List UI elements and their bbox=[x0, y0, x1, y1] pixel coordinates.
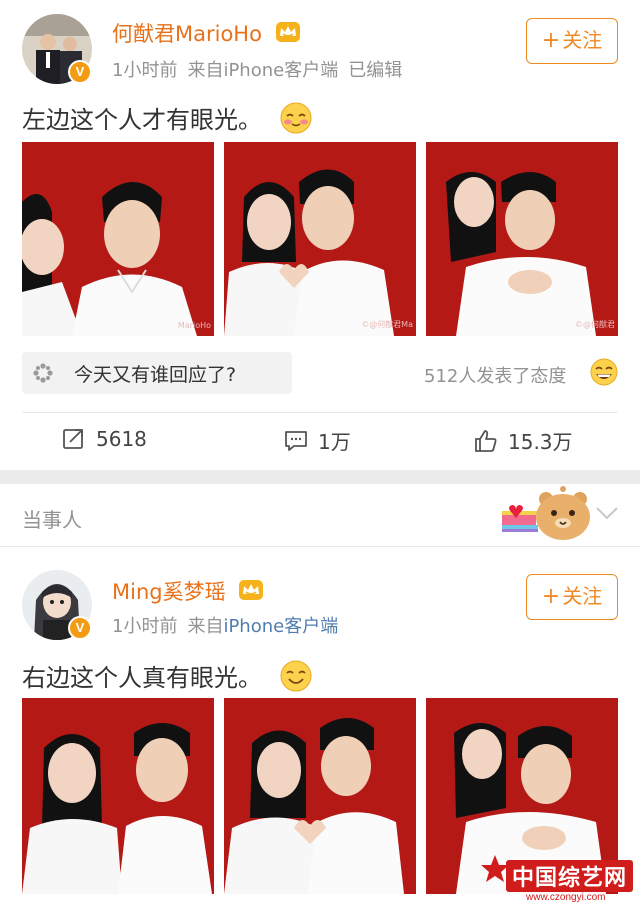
post-meta: 1小时前 来自iPhone客户端 已编辑 bbox=[112, 56, 412, 82]
verified-badge: V bbox=[68, 60, 92, 84]
post-photo-1[interactable] bbox=[22, 698, 214, 894]
username-text[interactable]: Ming奚梦瑶 bbox=[112, 580, 226, 604]
attitude-count[interactable]: 512人发表了态度 bbox=[424, 362, 566, 388]
watermark-url: www.czongyi.com bbox=[526, 892, 606, 903]
source-client[interactable]: iPhone客户端 bbox=[223, 60, 338, 81]
photo-watermark: MarioHo bbox=[177, 321, 211, 330]
post-text: 左边这个人才有眼光。 bbox=[22, 100, 312, 135]
divider bbox=[22, 412, 618, 413]
post-photo-3[interactable]: ©@何猷君 bbox=[426, 142, 618, 336]
comment-button[interactable]: 1万 bbox=[284, 426, 351, 455]
post-meta: 1小时前 来自iPhone客户端 bbox=[112, 612, 348, 638]
section-label: 当事人 bbox=[22, 508, 82, 532]
follow-button[interactable]: + 关注 bbox=[526, 574, 618, 620]
edited-label: 已编辑 bbox=[348, 60, 403, 81]
follow-button[interactable]: + 关注 bbox=[526, 18, 618, 64]
post-text-content: 左边这个人才有眼光。 bbox=[22, 106, 262, 134]
repost-button[interactable]: 5618 bbox=[62, 426, 147, 451]
post-photo-1[interactable]: MarioHo bbox=[22, 142, 214, 336]
username-text[interactable]: 何猷君MarioHo bbox=[112, 22, 262, 46]
like-button[interactable]: 15.3万 bbox=[474, 426, 573, 455]
follow-label: 关注 bbox=[562, 28, 603, 52]
source-prefix: 来自 bbox=[187, 616, 224, 637]
topic-pinwheel-icon bbox=[33, 363, 53, 383]
chevron-down-icon[interactable] bbox=[594, 504, 620, 522]
follow-label: 关注 bbox=[562, 584, 603, 608]
post-time: 1小时前 bbox=[112, 60, 178, 81]
grin-emoji-icon bbox=[590, 358, 618, 386]
photo-watermark: ©@何猷君 bbox=[575, 320, 615, 329]
topic-text: 今天又有谁回应了? bbox=[74, 364, 237, 386]
section-gap bbox=[0, 470, 640, 484]
watermark-brand: 中国综艺网 bbox=[506, 860, 634, 892]
comment-count: 1万 bbox=[318, 430, 351, 454]
plus-icon: + bbox=[541, 28, 561, 53]
like-count: 15.3万 bbox=[508, 430, 573, 454]
photo-watermark: ©@何猷君Ma bbox=[361, 320, 413, 329]
post-text-content: 右边这个人真有眼光。 bbox=[22, 664, 262, 692]
post-photo-2[interactable] bbox=[224, 698, 416, 894]
smile-emoji-icon bbox=[280, 660, 312, 692]
comment-icon bbox=[285, 431, 307, 451]
crown-icon bbox=[239, 580, 264, 600]
divider bbox=[0, 546, 640, 547]
username[interactable]: Ming奚梦瑶 bbox=[112, 576, 264, 606]
source-prefix: 来自 bbox=[187, 60, 224, 81]
crown-icon bbox=[275, 22, 300, 42]
plus-icon: + bbox=[541, 584, 561, 609]
like-icon bbox=[475, 430, 497, 452]
post-photo-2[interactable]: ©@何猷君Ma bbox=[224, 142, 416, 336]
blush-emoji-icon bbox=[280, 102, 312, 134]
post-time: 1小时前 bbox=[112, 616, 178, 637]
source-client[interactable]: iPhone客户端 bbox=[223, 616, 338, 637]
bear-sticker-icon[interactable] bbox=[502, 485, 596, 543]
verified-badge: V bbox=[68, 616, 92, 640]
repost-icon bbox=[63, 429, 83, 449]
topic-bar[interactable]: 今天又有谁回应了? bbox=[22, 352, 292, 394]
post-text: 右边这个人真有眼光。 bbox=[22, 658, 312, 693]
username[interactable]: 何猷君MarioHo bbox=[112, 18, 301, 48]
repost-count: 5618 bbox=[96, 427, 147, 451]
site-watermark: 中国综艺网 www.czongyi.com bbox=[476, 850, 636, 910]
